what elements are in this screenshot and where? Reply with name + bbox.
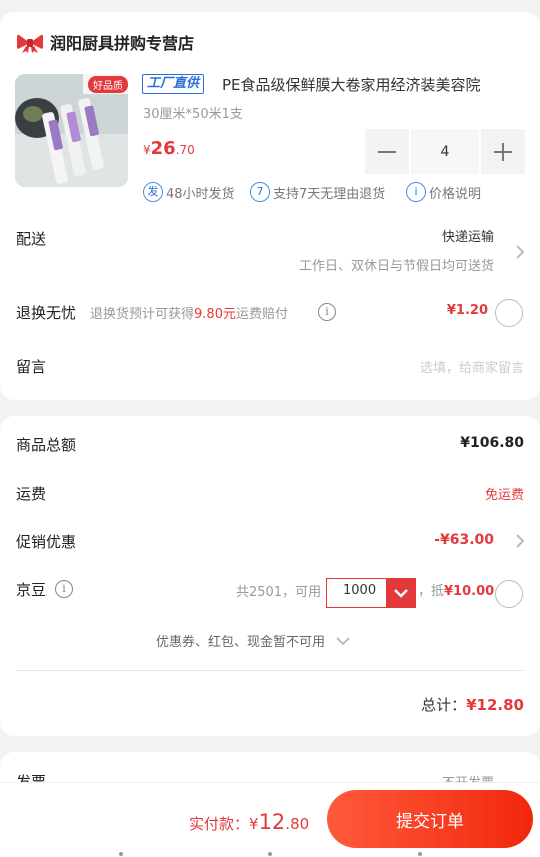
goods-total-label: 商品总额	[16, 436, 77, 454]
summary-card	[0, 416, 540, 736]
chevron-down-icon	[336, 637, 350, 646]
return-insurance-checkbox[interactable]	[495, 299, 523, 327]
product-spec: 30厘米*50米1支	[143, 107, 243, 122]
price-decimal: .70	[175, 143, 195, 157]
delivery-method[interactable]: 快递运输	[442, 226, 494, 245]
quantity-input[interactable]: 4	[411, 129, 479, 174]
bean-info-icon[interactable]: i	[55, 580, 73, 598]
return-desc-amount: 9.80元	[194, 307, 236, 322]
bean-deduct-value: ¥10.00	[444, 584, 495, 599]
bean-checkbox[interactable]	[495, 580, 523, 608]
chevron-down-icon[interactable]	[386, 578, 416, 608]
goods-total-value: ¥106.80	[460, 435, 524, 451]
quantity-stepper: 4	[365, 129, 525, 174]
nav-dot	[418, 852, 422, 856]
price-integer: 26	[150, 138, 176, 159]
delivery-label: 配送	[16, 230, 47, 248]
service-label: 48小时发货	[166, 186, 235, 202]
return-insurance-price: ¥1.20	[446, 303, 488, 318]
jd-bean-label: 京豆	[16, 581, 47, 599]
price-currency: ¥	[143, 143, 151, 157]
pay-currency: ¥	[249, 815, 259, 833]
chevron-right-icon[interactable]	[513, 534, 527, 548]
info-icon: i	[406, 182, 426, 202]
chevron-right-icon[interactable]	[513, 245, 527, 259]
seven-day-icon: 7	[250, 182, 270, 202]
return-desc-suffix: 运费赔付	[235, 307, 288, 322]
factory-direct-tag: 工厂直供	[142, 74, 205, 94]
return-insurance-label: 退换无忧	[16, 304, 77, 322]
service-label: 支持7天无理由退货	[273, 186, 386, 202]
return-insurance-desc: 退换货预计可获得9.80元运费赔付	[90, 303, 288, 322]
service-7day-return[interactable]: 7 支持7天无理由退货	[250, 182, 385, 202]
promo-label: 促销优惠	[16, 533, 77, 551]
pay-label: 实付款：	[189, 815, 250, 833]
coupon-note-text: 优惠券、红包、现金暂不可用	[156, 635, 326, 650]
product-image[interactable]: 好品质	[15, 74, 128, 187]
service-price-explain[interactable]: i 价格说明	[406, 182, 481, 202]
bean-deduct-prefix: ，抵	[418, 584, 445, 599]
store-logo-icon	[17, 34, 43, 53]
bean-amount-select[interactable]: 1000	[326, 578, 416, 608]
return-info-icon[interactable]: i	[318, 303, 336, 321]
product-card	[0, 12, 540, 400]
divider	[16, 670, 524, 671]
bean-deduct: ，抵¥10.00	[418, 580, 494, 599]
product-title[interactable]: PE食品级保鲜膜大卷家用经济装美容院	[222, 74, 518, 95]
service-48h-shipping[interactable]: 发 48小时发货	[143, 182, 235, 202]
pay-integer: 12	[258, 810, 286, 834]
pay-decimal: .80	[285, 815, 310, 833]
bean-amount-value: 1000	[343, 583, 377, 598]
decrease-quantity-button[interactable]	[365, 129, 409, 174]
ship-icon: 发	[143, 182, 163, 202]
coupon-note[interactable]: 优惠券、红包、现金暂不可用	[156, 631, 351, 650]
total-value: ¥12.80	[466, 696, 524, 714]
total-label: 总计：	[421, 696, 467, 714]
product-price: ¥26.70	[143, 138, 195, 159]
message-input[interactable]: 选填，给商家留言	[420, 357, 524, 376]
shipping-label: 运费	[16, 485, 47, 503]
promo-value[interactable]: -¥63.00	[434, 532, 494, 548]
submit-order-button[interactable]: 提交订单	[327, 790, 533, 848]
order-total: 总计：¥12.80	[421, 694, 524, 715]
nav-dot	[268, 852, 272, 856]
shipping-value: 免运费	[484, 488, 524, 503]
nav-dot	[119, 852, 123, 856]
pay-amount: 实付款：¥12.80	[189, 810, 309, 834]
bean-available: 共2501，可用	[236, 585, 322, 600]
delivery-note: 工作日、双休日与节假日均可送货	[298, 259, 494, 274]
message-label: 留言	[16, 358, 47, 376]
minus-icon	[378, 150, 396, 153]
increase-quantity-button[interactable]	[481, 129, 525, 174]
store-name[interactable]: 润阳厨具拼购专营店	[50, 30, 194, 54]
quality-badge: 好品质	[88, 76, 128, 93]
return-desc-prefix: 退换货预计可获得	[90, 307, 195, 322]
plus-icon	[494, 142, 512, 161]
service-label: 价格说明	[429, 186, 482, 202]
